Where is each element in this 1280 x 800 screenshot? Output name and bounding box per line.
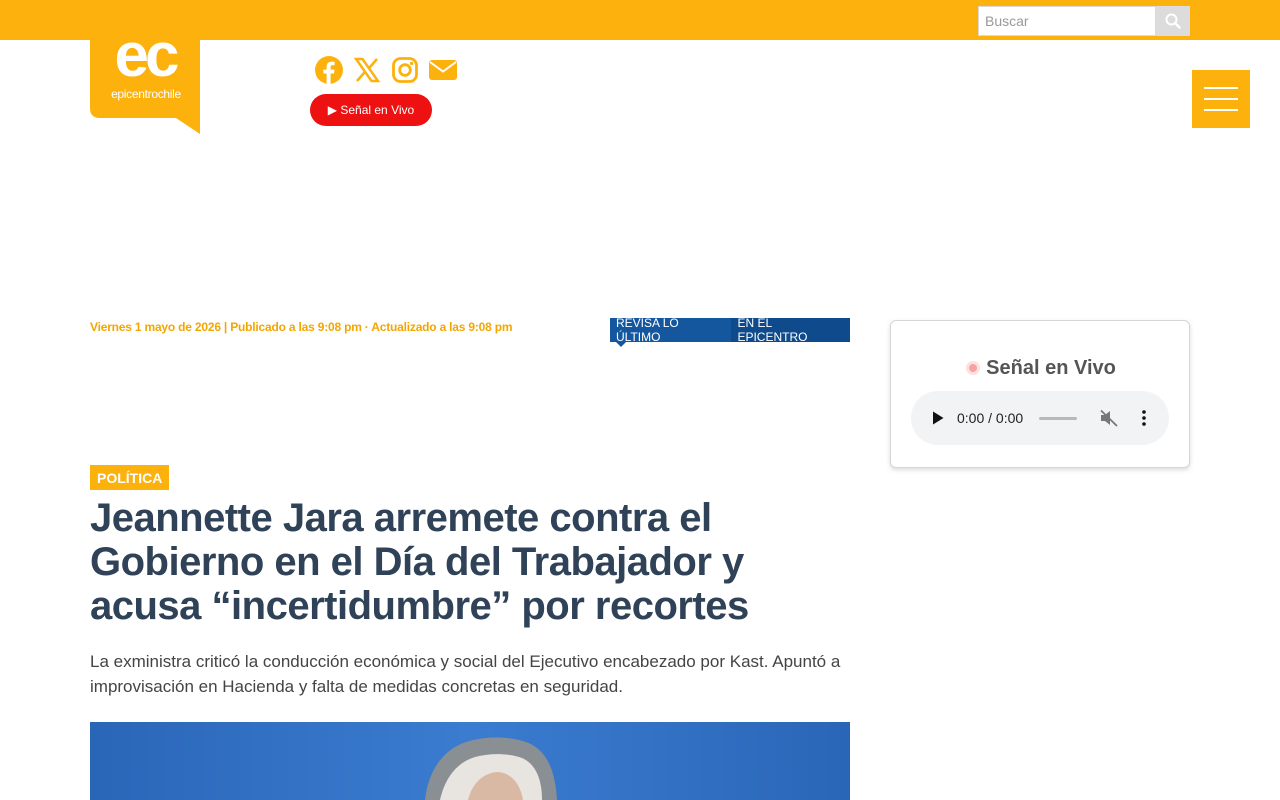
site-logo[interactable]: ec epicentrochile — [90, 10, 200, 134]
audio-progress-bar[interactable] — [1039, 416, 1077, 420]
live-signal-button[interactable]: ▶ Señal en Vivo — [310, 94, 432, 126]
menu-button[interactable] — [1192, 70, 1250, 128]
x-icon[interactable] — [352, 55, 382, 85]
muted-volume-icon[interactable] — [1099, 409, 1119, 427]
live-audio-card: Señal en Vivo 0:00 / 0:00 — [890, 320, 1190, 468]
live-audio-title: Señal en Vivo — [986, 357, 1116, 379]
live-dot-icon — [966, 361, 981, 375]
live-audio-heading: Señal en Vivo — [891, 357, 1191, 380]
social-links — [314, 54, 458, 86]
facebook-icon[interactable] — [314, 55, 344, 85]
article-photo — [90, 722, 850, 800]
search-input[interactable] — [978, 6, 1156, 36]
article-lead: La exministra criticó la conducción econ… — [90, 652, 841, 696]
instagram-icon[interactable] — [390, 55, 420, 85]
logo-badge: ec — [90, 10, 200, 134]
search-button[interactable] — [1156, 6, 1190, 36]
audio-player: 0:00 / 0:00 — [911, 391, 1169, 445]
envelope-icon[interactable] — [428, 55, 458, 85]
play-icon[interactable] — [931, 410, 945, 426]
latest-news-label: REVISA LO ÚLTIMO — [610, 316, 732, 347]
article-headline: Jeannette Jara arremete contra el Gobier… — [90, 496, 749, 628]
logo-subtitle: epicentrochile — [111, 87, 181, 101]
logo-mark: ec — [115, 21, 178, 90]
latest-news-title: EN EL EPICENTRO — [737, 316, 808, 344]
hamburger-icon — [1204, 109, 1238, 111]
audio-time: 0:00 / 0:00 — [957, 410, 1024, 426]
latest-news-bar[interactable]: REVISA LO ÚLTIMO EN EL EPICENTRO — [610, 316, 850, 347]
search-form — [978, 6, 1190, 36]
hamburger-icon — [1204, 87, 1238, 89]
article-dateline: Viernes 1 mayo de 2026 | Publicado a las… — [90, 320, 513, 334]
more-options-icon[interactable] — [1141, 409, 1147, 427]
category-tag[interactable]: POLÍTICA — [90, 465, 170, 490]
search-icon — [1165, 13, 1181, 29]
hamburger-icon — [1204, 98, 1238, 100]
